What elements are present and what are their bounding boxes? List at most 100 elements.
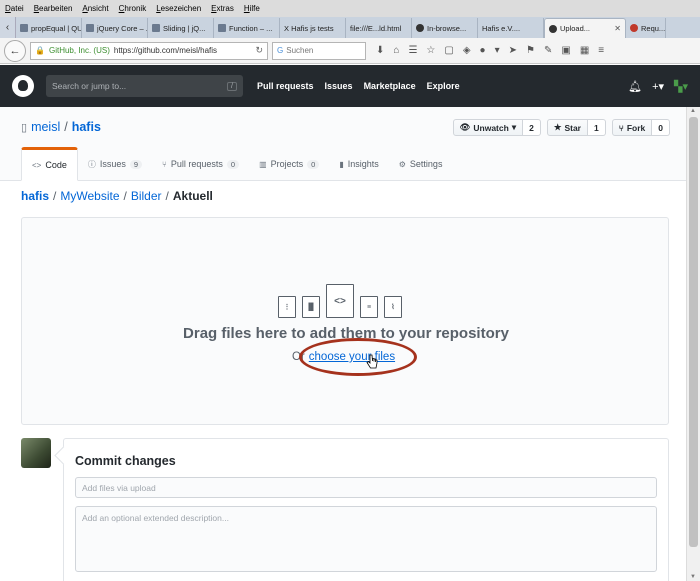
menu-item-bookmarks[interactable]: Lesezeichen [156,4,201,13]
reader-icon[interactable]: ☰ [408,45,417,56]
tab-pull-requests[interactable]: ⑂ Pull requests 0 [152,147,249,181]
star-button[interactable]: ★ Star [546,119,588,136]
menu-item-edit[interactable]: Bearbeiten [34,4,73,13]
tab-settings[interactable]: ⚙ Settings [389,147,453,181]
url-company: GitHub, Inc. (US) [48,46,110,55]
browser-tab[interactable]: jQuery Core – ... [82,18,148,38]
menu-item-view[interactable]: Ansicht [82,4,108,13]
commit-changes-box: Commit changes Add files via upload Add … [63,438,669,581]
tab-scroll-left-button[interactable]: ‹ [0,17,16,38]
extension-icon[interactable]: ● [480,45,486,56]
watch-group: 👁︎ Unwatch ▾ 2 [452,119,541,136]
dropdown-icon[interactable]: ▾ [495,45,500,56]
shield-icon[interactable]: ◈ [463,45,471,56]
browser-tab[interactable]: Function – ... [214,18,280,38]
scrollbar-thumb[interactable] [689,117,698,547]
github-logo-icon[interactable] [12,75,34,97]
fork-icon: ⑂ [618,122,624,133]
watch-count[interactable]: 2 [523,119,541,136]
tab-issues[interactable]: ⓘ Issues 9 [78,147,152,181]
flag-icon[interactable]: ⚑ [526,45,535,56]
bell-icon[interactable]: 🔔︎ [628,80,642,93]
browser-navbar: ← 🔒 GitHub, Inc. (US) https://github.com… [0,38,700,64]
hamburger-menu-icon[interactable]: ≡ [598,45,604,56]
browser-tab[interactable]: Requ... [626,18,666,38]
bookmark-star-icon[interactable]: ☆ [426,45,435,56]
search-shortcut-hint: / [227,81,237,91]
file-type-icons: ⋮ ▐▌ <> ≡ ⌇ [278,284,402,318]
fork-count[interactable]: 0 [652,119,670,136]
file-code-icon: <> [326,284,354,318]
browser-tab-active[interactable]: Upload... ✕ [544,18,626,38]
nav-explore[interactable]: Explore [427,81,460,91]
repo-header: ▯ meisl / hafis 👁︎ Unwatch ▾ 2 ★ Star 1 ⑂ Fo… [0,107,700,181]
page-scrollbar[interactable]: ▲ ▼ [686,107,700,581]
breadcrumb-root-link[interactable]: hafis [21,189,49,203]
fork-group: ⑂ Fork 0 [611,119,670,136]
url-bar[interactable]: 🔒 GitHub, Inc. (US) https://github.com/m… [30,41,268,60]
scroll-up-icon[interactable]: ▲ [690,108,696,114]
star-count[interactable]: 1 [588,119,606,136]
browser-tabstrip: ‹ propEqual | QU... jQuery Core – ... Sl… [0,17,700,38]
github-favicon-icon [416,24,424,32]
menu-item-help[interactable]: Hilfe [244,4,260,13]
gear-icon: ⚙ [398,159,406,169]
breadcrumb-link[interactable]: Bilder [131,189,162,203]
repo-name-link[interactable]: hafis [72,120,101,134]
repo-book-icon: ▯ [21,121,28,134]
menu-item-history[interactable]: Chronik [119,4,147,13]
browser-tab[interactable]: Hafis e.V.... [478,18,544,38]
nav-marketplace[interactable]: Marketplace [364,81,416,91]
browser-menubar: Datei Bearbeiten Ansicht Chronik Lesezei… [0,0,700,17]
plus-icon[interactable]: +▾ [652,80,664,93]
scroll-down-icon[interactable]: ▼ [690,574,696,580]
repo-tabs: <> Code ⓘ Issues 9 ⑂ Pull requests 0 ▥ Project… [21,147,452,181]
breadcrumb-current: Aktuell [172,189,213,203]
reload-icon[interactable]: ↻ [255,45,263,56]
send-icon[interactable]: ➤ [509,45,517,56]
menu-item-tools[interactable]: Extras [211,4,234,13]
browser-tab[interactable]: In-browse... [412,18,478,38]
close-tab-icon[interactable]: ✕ [614,24,621,33]
back-button[interactable]: ← [4,39,26,62]
browser-tab[interactable]: file:///E...ld.html [346,18,412,38]
nav-issues[interactable]: Issues [325,81,353,91]
github-header: Search or jump to... / Pull requests Iss… [0,65,700,107]
tools-icon[interactable]: ✎ [544,45,552,56]
addon-icon[interactable]: ▣ [561,45,570,56]
eye-icon: 👁︎ [459,122,471,132]
upload-dropzone[interactable]: ⋮ ▐▌ <> ≡ ⌇ Drag files here to add them … [21,217,669,425]
browser-search-input[interactable]: G Suchen [272,41,366,60]
menu-item-file[interactable]: Datei [5,4,24,13]
fork-button[interactable]: ⑂ Fork [611,119,653,136]
grid-icon[interactable]: ▦ [580,45,589,56]
commit-summary-input[interactable]: Add files via upload [75,477,657,498]
github-search-input[interactable]: Search or jump to... / [46,75,243,97]
file-zip-icon: ⋮ [278,296,296,318]
favicon-icon [86,24,94,32]
nav-pull-requests[interactable]: Pull requests [257,81,314,91]
breadcrumb-link[interactable]: MyWebsite [60,189,119,203]
code-icon: <> [32,160,42,170]
unwatch-button[interactable]: 👁︎ Unwatch ▾ [452,119,524,136]
repo-owner-link[interactable]: meisl [31,120,60,134]
browser-tab[interactable]: propEqual | QU... [16,18,82,38]
download-icon[interactable]: ⬇ [376,45,384,56]
clipboard-icon[interactable]: ▢ [444,45,453,56]
browser-tab[interactable]: X Hafis js tests [280,18,346,38]
star-icon: ★ [553,122,562,132]
home-icon[interactable]: ⌂ [393,45,399,56]
graph-icon: ▮ [339,159,344,169]
user-icon[interactable]: ▚▾ [674,80,688,93]
project-icon: ▥ [259,159,267,169]
commit-description-textarea[interactable]: Add an optional extended description... [75,506,657,572]
projects-count: 0 [307,159,320,169]
lock-icon: 🔒 [35,46,45,55]
tab-insights[interactable]: ▮ Insights [329,147,388,181]
pr-count: 0 [226,159,240,169]
tab-code[interactable]: <> Code [21,147,78,181]
favicon-icon [152,24,160,32]
search-engine-icon: G [277,46,284,55]
browser-tab[interactable]: Sliding | jQ... [148,18,214,38]
tab-projects[interactable]: ▥ Projects 0 [249,147,329,181]
